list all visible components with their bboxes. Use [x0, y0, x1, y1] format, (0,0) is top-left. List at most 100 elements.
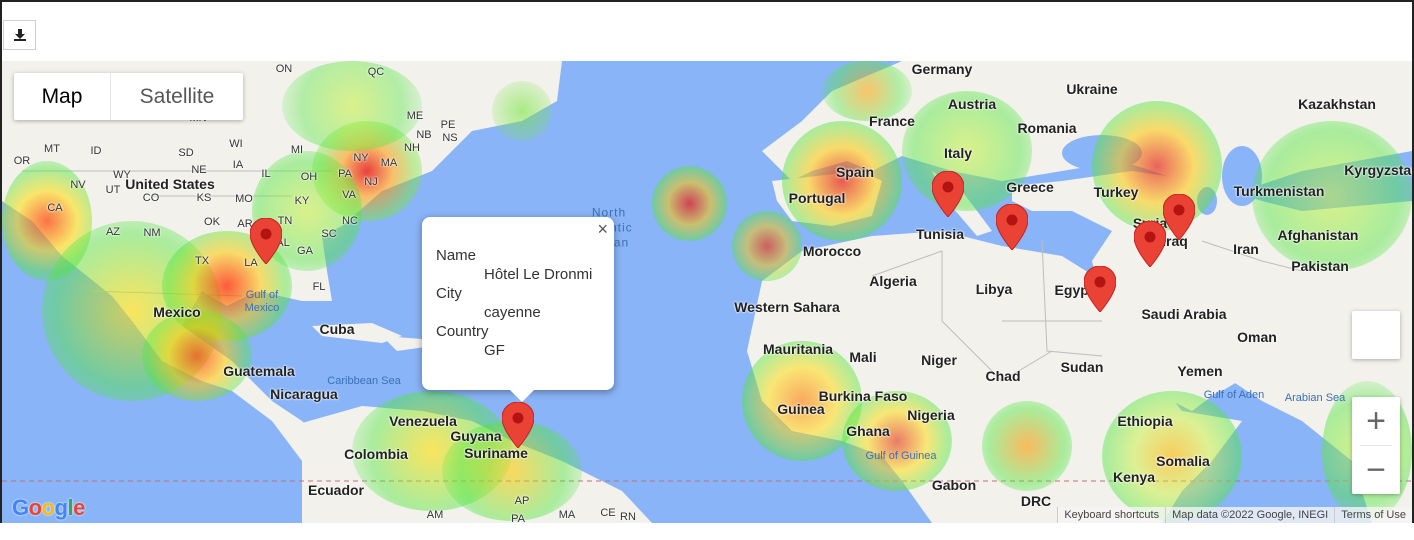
state-label: OR	[13, 155, 31, 167]
country-label: Gabon	[931, 477, 977, 493]
state-label: NB	[416, 129, 432, 141]
country-label: Colombia	[344, 446, 408, 462]
map-canvas[interactable]: Germany Ukraine Kazakhstan Austria Franc…	[2, 61, 1412, 523]
state-label: CO	[142, 192, 160, 204]
country-label: Ethiopia	[1117, 413, 1173, 429]
state-label: SC	[321, 228, 337, 240]
country-label: Kyrgyzstan	[1344, 162, 1412, 178]
zoom-control: + −	[1352, 397, 1400, 494]
map-marker[interactable]	[996, 204, 1028, 250]
state-label: WI	[229, 138, 243, 150]
zoom-out-button[interactable]: −	[1352, 446, 1400, 494]
state-label: CA	[47, 202, 63, 214]
country-label: Western Sahara	[734, 299, 840, 315]
country-value: GF	[484, 342, 505, 359]
close-icon[interactable]: ×	[597, 219, 608, 240]
country-label: Country	[436, 323, 489, 340]
country-label: Ghana	[846, 423, 890, 439]
info-window-content: Name Hôtel Le Dronmi City cayenne Countr…	[436, 246, 592, 360]
state-label: KS	[196, 192, 212, 204]
map-type-map-button[interactable]: Map	[14, 73, 110, 120]
country-label: Venezuela	[389, 413, 457, 429]
state-label: ON	[275, 63, 293, 75]
country-label: Oman	[1237, 329, 1277, 345]
water-label: Gulf of Mexico	[244, 289, 280, 314]
fullscreen-button[interactable]	[1352, 311, 1400, 359]
state-label: MA	[380, 157, 398, 169]
info-window: × Name Hôtel Le Dronmi City cayenne Coun…	[422, 217, 614, 402]
download-button[interactable]	[3, 20, 36, 50]
map-marker[interactable]	[1084, 266, 1116, 312]
bottom-bar	[0, 523, 1414, 540]
country-label: Greece	[1006, 179, 1054, 195]
country-label: Guatemala	[223, 363, 295, 379]
map-data-text: Map data ©2022 Google, INEGI	[1165, 507, 1334, 523]
water-label: Gulf of Aden	[1203, 389, 1265, 401]
state-label: NY	[353, 152, 369, 164]
name-value: Hôtel Le Dronmi	[484, 266, 593, 283]
zoom-in-button[interactable]: +	[1352, 397, 1400, 445]
country-label: Saudi Arabia	[1141, 306, 1227, 322]
state-label: MO	[235, 193, 253, 205]
map-type-control: Map Satellite	[14, 73, 243, 120]
state-label: NH	[404, 142, 420, 154]
state-label: AP	[514, 495, 530, 507]
water-label: Caribbean Sea	[327, 375, 401, 387]
country-label: Libya	[975, 281, 1013, 297]
country-label: Guinea	[777, 401, 825, 417]
country-label: Nicaragua	[270, 386, 338, 402]
map-type-satellite-button[interactable]: Satellite	[110, 73, 243, 120]
water-label: Gulf of Guinea	[865, 450, 937, 462]
country-label: Kazakhstan	[1298, 96, 1376, 112]
country-label: Nigeria	[907, 407, 955, 423]
state-label: AM	[426, 509, 444, 521]
country-label: Kenya	[1112, 469, 1156, 485]
country-label: Somalia	[1156, 453, 1210, 469]
country-label: Morocco	[802, 243, 862, 259]
city-label: City	[436, 285, 462, 302]
country-label: Mali	[849, 349, 877, 365]
state-label: OH	[300, 171, 318, 183]
state-label: NE	[191, 164, 207, 176]
country-label: Italy	[943, 145, 973, 161]
state-label: AZ	[105, 226, 121, 238]
map-marker[interactable]	[1163, 194, 1195, 240]
map-marker[interactable]	[1134, 221, 1166, 267]
country-label: Portugal	[788, 190, 846, 206]
state-label: KY	[294, 195, 310, 207]
state-label: OK	[204, 216, 220, 228]
country-label: Afghanistan	[1277, 227, 1359, 243]
state-label: PE	[440, 119, 456, 131]
state-label: MA	[558, 509, 576, 521]
keyboard-shortcuts-link[interactable]: Keyboard shortcuts	[1057, 507, 1165, 523]
terms-link[interactable]: Terms of Use	[1334, 507, 1412, 523]
country-label: Chad	[985, 368, 1021, 384]
country-label: DRC	[1020, 493, 1052, 509]
map-marker[interactable]	[502, 402, 534, 448]
map-marker[interactable]	[932, 171, 964, 217]
state-label: ME	[406, 110, 424, 122]
state-label: NC	[342, 215, 358, 227]
country-label: Tunisia	[916, 226, 964, 242]
state-label: ID	[90, 145, 102, 157]
country-label: Germany	[911, 61, 973, 77]
state-label: MI	[290, 144, 304, 156]
state-label: CE	[600, 507, 616, 519]
state-label: WY	[113, 169, 131, 181]
state-label: NJ	[364, 176, 378, 188]
map-marker[interactable]	[250, 218, 282, 264]
country-label: Yemen	[1177, 363, 1223, 379]
state-label: MT	[44, 143, 60, 155]
state-label: FL	[312, 281, 326, 293]
country-label: Cuba	[319, 321, 355, 337]
water-label: Arabian Sea	[1284, 392, 1346, 404]
state-label: QC	[367, 66, 385, 78]
state-label: PA	[511, 513, 525, 523]
name-label: Name	[436, 247, 477, 264]
country-label: Niger	[921, 352, 957, 368]
state-label: PA	[338, 168, 352, 180]
country-label: Mauritania	[762, 341, 834, 357]
country-label: Turkey	[1093, 184, 1139, 200]
country-label: Guyana	[450, 428, 502, 444]
country-label: Sudan	[1060, 359, 1104, 375]
